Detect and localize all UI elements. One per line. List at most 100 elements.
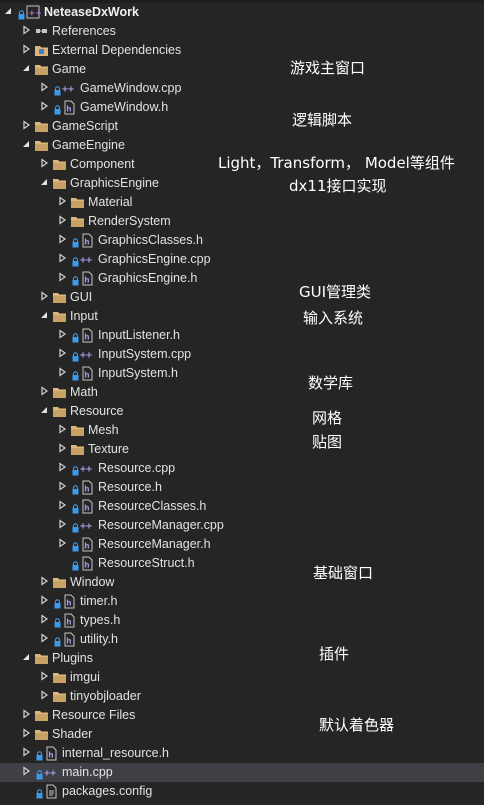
collapse-arrow-icon[interactable]: [22, 706, 32, 725]
collapse-arrow-icon[interactable]: [22, 725, 32, 744]
tree-item-types-h[interactable]: h types.h: [0, 611, 484, 630]
collapse-arrow-icon[interactable]: [40, 630, 50, 649]
annotation-gui: GUI管理类: [299, 283, 372, 301]
tree-item-plugins[interactable]: Plugins: [0, 649, 484, 668]
expand-arrow-icon[interactable]: [40, 402, 50, 421]
expand-arrow-icon[interactable]: [4, 3, 14, 22]
tree-item-material[interactable]: Material: [0, 193, 484, 212]
tree-item-shader[interactable]: Shader: [0, 725, 484, 744]
tree-item-internal-resource-h[interactable]: h internal_resource.h: [0, 744, 484, 763]
tree-item-tinyobjloader[interactable]: tinyobjloader: [0, 687, 484, 706]
tree-item-resource-h[interactable]: h Resource.h: [0, 478, 484, 497]
tree-item-timer-h[interactable]: h timer.h: [0, 592, 484, 611]
tree-item-resourcemanager-h[interactable]: h ResourceManager.h: [0, 535, 484, 554]
expand-arrow-icon[interactable]: [22, 649, 32, 668]
expand-arrow-icon[interactable]: [40, 307, 50, 326]
expand-arrow-icon[interactable]: [40, 174, 50, 193]
tree-item-resourcestruct-h[interactable]: h ResourceStruct.h: [0, 554, 484, 573]
lock-icon: [72, 349, 79, 361]
collapse-arrow-icon[interactable]: [58, 345, 68, 364]
collapse-arrow-icon[interactable]: [58, 326, 68, 345]
tree-item-neteasedxwork[interactable]: ++ NeteaseDxWork: [0, 3, 484, 22]
tree-item-math[interactable]: Math: [0, 383, 484, 402]
tree-item-resource-cpp[interactable]: ++ Resource.cpp: [0, 459, 484, 478]
tree-item-imgui[interactable]: imgui: [0, 668, 484, 687]
tree-item-rendersystem[interactable]: RenderSystem: [0, 212, 484, 231]
tree-item-resourceclasses-h[interactable]: h ResourceClasses.h: [0, 497, 484, 516]
collapse-arrow-icon[interactable]: [58, 250, 68, 269]
tree-item-gui[interactable]: GUI: [0, 288, 484, 307]
tree-item-label: Component: [70, 156, 135, 171]
collapse-arrow-icon[interactable]: [40, 611, 50, 630]
folder-icon: [70, 214, 85, 229]
tree-item-texture[interactable]: Texture: [0, 440, 484, 459]
folder-icon: [52, 404, 67, 419]
tree-item-label: internal_resource.h: [62, 745, 170, 760]
lock-icon: [54, 634, 61, 646]
collapse-arrow-icon[interactable]: [58, 269, 68, 288]
tree-item-window[interactable]: Window: [0, 573, 484, 592]
header-file-icon: h: [62, 613, 77, 628]
collapse-arrow-icon[interactable]: [22, 763, 32, 782]
collapse-arrow-icon[interactable]: [40, 573, 50, 592]
collapse-arrow-icon[interactable]: [58, 516, 68, 535]
tree-item-mesh[interactable]: Mesh: [0, 421, 484, 440]
collapse-arrow-icon[interactable]: [40, 79, 50, 98]
collapse-arrow-icon[interactable]: [40, 155, 50, 174]
collapse-arrow-icon[interactable]: [58, 193, 68, 212]
lock-icon: [36, 767, 43, 779]
collapse-arrow-icon[interactable]: [58, 231, 68, 250]
tree-item-gamescript[interactable]: GameScript: [0, 117, 484, 136]
tree-item-external-dependencies[interactable]: External Dependencies: [0, 41, 484, 60]
collapse-arrow-icon[interactable]: [40, 288, 50, 307]
tree-item-packages-config[interactable]: packages.config: [0, 782, 484, 801]
lock-icon: [72, 482, 79, 494]
folder-icon: [70, 423, 85, 438]
tree-item-references[interactable]: References: [0, 22, 484, 41]
collapse-arrow-icon[interactable]: [58, 478, 68, 497]
collapse-arrow-icon[interactable]: [40, 687, 50, 706]
collapse-arrow-icon[interactable]: [40, 668, 50, 687]
tree-item-gamewindow-h[interactable]: h GameWindow.h: [0, 98, 484, 117]
tree-item-inputsystem-h[interactable]: h InputSystem.h: [0, 364, 484, 383]
tree-item-resource[interactable]: Resource: [0, 402, 484, 421]
collapse-arrow-icon[interactable]: [58, 421, 68, 440]
tree-item-resource-files[interactable]: Resource Files: [0, 706, 484, 725]
svg-text:h: h: [84, 541, 89, 550]
tree-item-graphicsengine-h[interactable]: h GraphicsEngine.h: [0, 269, 484, 288]
tree-item-main-cpp[interactable]: ++ main.cpp: [0, 762, 484, 782]
collapse-arrow-icon[interactable]: [58, 212, 68, 231]
tree-item-label: Shader: [52, 726, 93, 741]
tree-item-graphicsengine[interactable]: GraphicsEngine: [0, 174, 484, 193]
collapse-arrow-icon[interactable]: [22, 744, 32, 763]
collapse-arrow-icon[interactable]: [40, 592, 50, 611]
tree-item-resourcemanager-cpp[interactable]: ++ ResourceManager.cpp: [0, 516, 484, 535]
tree-item-graphicsengine-cpp[interactable]: ++ GraphicsEngine.cpp: [0, 250, 484, 269]
tree-item-gamewindow-cpp[interactable]: ++ GameWindow.cpp: [0, 79, 484, 98]
expand-arrow-icon[interactable]: [22, 136, 32, 155]
collapse-arrow-icon[interactable]: [22, 41, 32, 60]
tree-item-utility-h[interactable]: h utility.h: [0, 630, 484, 649]
collapse-arrow-icon[interactable]: [40, 383, 50, 402]
collapse-arrow-icon[interactable]: [58, 497, 68, 516]
collapse-arrow-icon[interactable]: [58, 440, 68, 459]
collapse-arrow-icon[interactable]: [58, 364, 68, 383]
cpp-file-icon: ++: [44, 765, 59, 780]
annotation-plugins: 插件: [319, 645, 350, 663]
collapse-arrow-icon[interactable]: [58, 535, 68, 554]
tree-item-label: References: [52, 23, 116, 38]
folder-icon: [52, 290, 67, 305]
collapse-arrow-icon[interactable]: [22, 117, 32, 136]
expand-arrow-icon[interactable]: [22, 60, 32, 79]
tree-item-graphicsclasses-h[interactable]: h GraphicsClasses.h: [0, 231, 484, 250]
collapse-arrow-icon[interactable]: [40, 98, 50, 117]
svg-text:h: h: [84, 560, 89, 569]
collapse-arrow-icon[interactable]: [22, 22, 32, 41]
tree-item-input[interactable]: Input: [0, 307, 484, 326]
tree-item-game[interactable]: Game: [0, 60, 484, 79]
header-file-icon: h: [80, 480, 95, 495]
tree-item-inputsystem-cpp[interactable]: ++ InputSystem.cpp: [0, 345, 484, 364]
tree-item-label: Window: [70, 574, 115, 589]
tree-item-inputlistener-h[interactable]: h InputListener.h: [0, 326, 484, 345]
collapse-arrow-icon[interactable]: [58, 459, 68, 478]
